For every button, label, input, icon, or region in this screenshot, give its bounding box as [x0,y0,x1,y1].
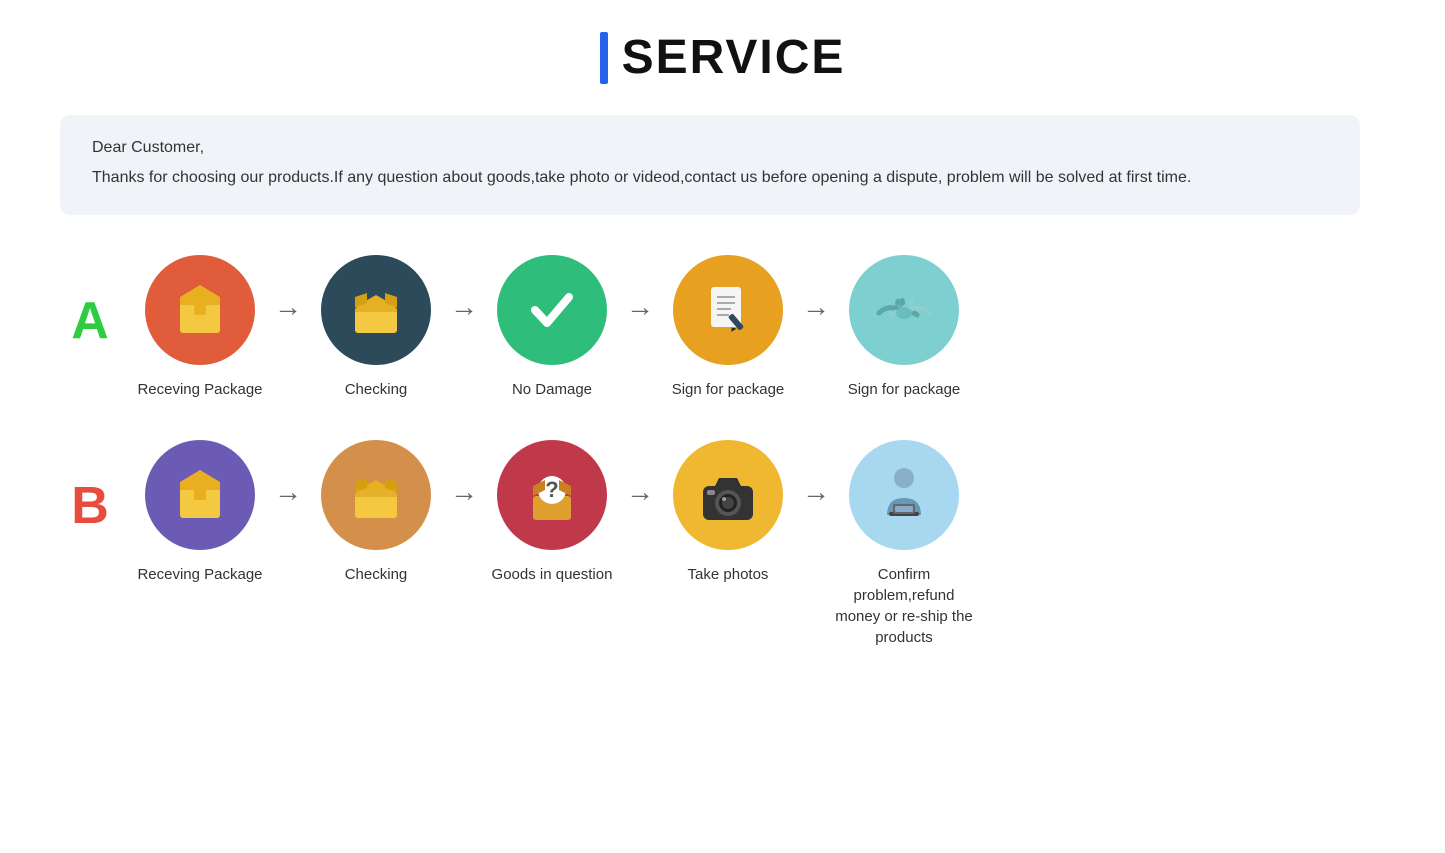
step-a5-icon [849,255,959,365]
step-b2: Checking [306,440,446,585]
step-a1-icon [145,255,255,365]
step-b1-label: Receving Package [137,564,262,585]
arrow-b4: → [802,440,830,508]
step-a2-icon [321,255,431,365]
info-message: Thanks for choosing our products.If any … [92,165,1328,191]
step-a1-label: Receving Package [137,379,262,400]
step-a3-icon [497,255,607,365]
step-a3: No Damage [482,255,622,400]
scenario-b-steps: Receving Package → [130,440,974,648]
step-a4-label: Sign for package [672,379,785,400]
scenario-a-label: A [60,291,120,351]
step-b5-icon [849,440,959,550]
info-box: Dear Customer, Thanks for choosing our p… [60,115,1360,215]
step-a4: Sign for package [658,255,798,400]
step-b3-label: Goods in question [492,564,613,585]
arrow-a2: → [450,255,478,323]
step-b2-label: Checking [345,564,408,585]
step-a4-icon [673,255,783,365]
scenario-b-label: B [60,476,120,536]
svg-text:?: ? [545,477,558,502]
scenario-a-steps: Receving Package → [130,255,974,400]
arrow-b3: → [626,440,654,508]
step-a2-label: Checking [345,379,408,400]
step-a3-label: No Damage [512,379,592,400]
step-b4: Take photos [658,440,798,585]
step-b3-icon: ? [497,440,607,550]
info-greeting: Dear Customer, [92,139,1328,157]
step-b1: Receving Package [130,440,270,585]
step-b4-label: Take photos [688,564,769,585]
step-b4-icon [673,440,783,550]
step-a2: Checking [306,255,446,400]
step-b1-icon [145,440,255,550]
page-title: SERVICE [622,30,846,85]
arrow-a1: → [274,255,302,323]
step-a5: Sign for package [834,255,974,400]
step-b2-icon [321,440,431,550]
title-accent-bar [600,32,608,84]
step-a1: Receving Package [130,255,270,400]
scenario-b: B Receving Package → [60,440,1385,648]
scenario-a: A Receving Package [60,255,1385,400]
step-b5-label: Confirm problem,refund money or re-ship … [834,564,974,648]
step-b5: Confirm problem,refund money or re-ship … [834,440,974,648]
arrow-a3: → [626,255,654,323]
page-container: SERVICE Dear Customer, Thanks for choosi… [0,0,1445,728]
step-b3: ? Goods in question [482,440,622,585]
arrow-b1: → [274,440,302,508]
arrow-a4: → [802,255,830,323]
title-bar: SERVICE [60,30,1385,85]
step-a5-label: Sign for package [848,379,961,400]
arrow-b2: → [450,440,478,508]
